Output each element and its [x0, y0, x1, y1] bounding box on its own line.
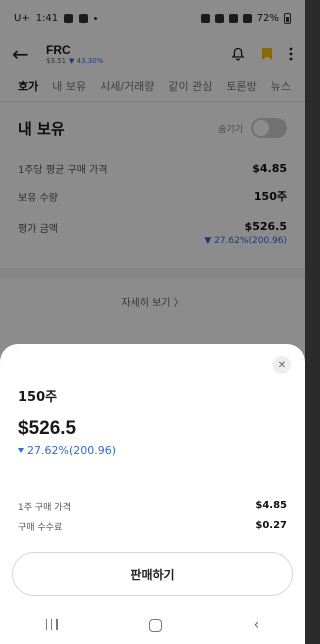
recent-apps-icon[interactable]	[45, 619, 58, 631]
sheet-quantity: 150주	[18, 390, 58, 405]
nav-back-icon[interactable]: ‹	[254, 617, 260, 633]
close-icon[interactable]: ✕	[273, 356, 291, 374]
purchase-fee-label: 구매 수수료	[18, 523, 63, 533]
sheet-change-value: 27.62%(200.96)	[27, 444, 117, 457]
purchase-price-value: $4.85	[255, 500, 287, 511]
down-triangle-icon	[18, 448, 24, 453]
sheet-amount: $526.5	[18, 418, 77, 439]
purchase-price-label: 1주 구매 가격	[18, 503, 71, 513]
sell-bottom-sheet: ✕ 150주 $526.5 27.62%(200.96) 1주 구매 가격 $4…	[0, 344, 305, 644]
purchase-fee-row: 구매 수수료 $0.27	[18, 520, 287, 533]
sell-button[interactable]: 판매하기	[12, 552, 293, 596]
purchase-fee-value: $0.27	[255, 520, 287, 531]
purchase-price-row: 1주 구매 가격 $4.85	[18, 500, 287, 513]
sheet-change: 27.62%(200.96)	[18, 444, 116, 457]
system-nav-bar: ‹	[0, 606, 305, 644]
home-icon[interactable]	[149, 618, 163, 632]
